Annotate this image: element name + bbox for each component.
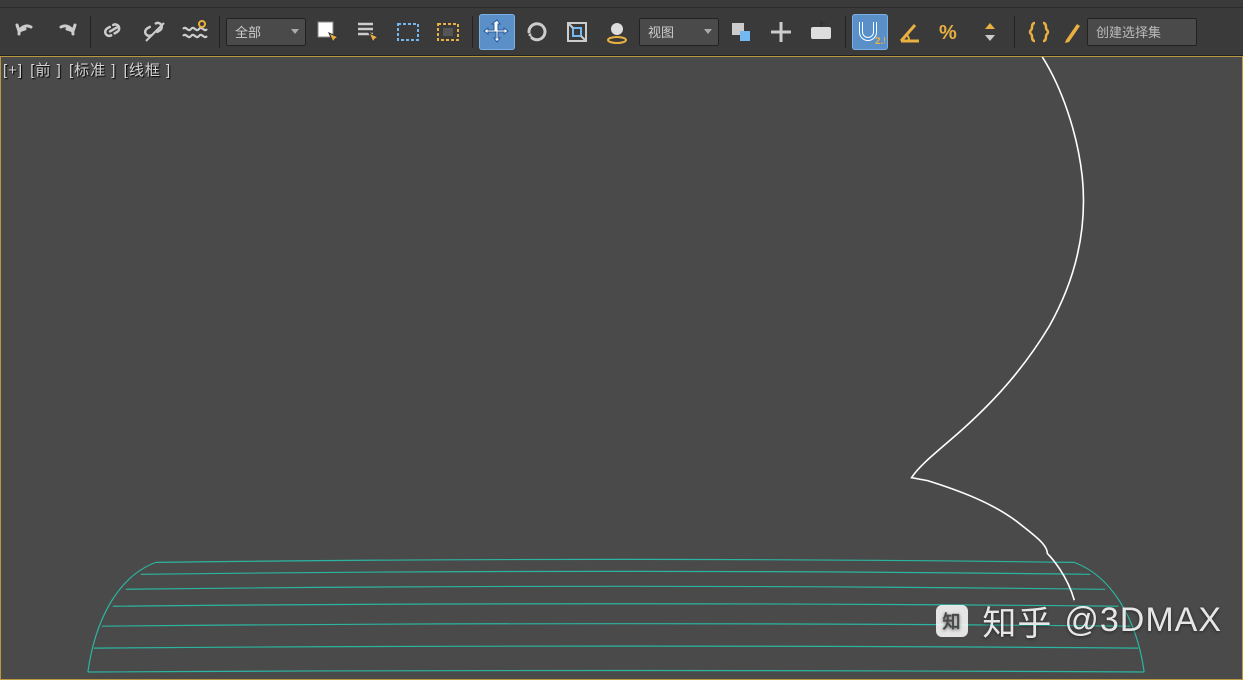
viewport-scene [1,57,1242,679]
select-and-scale-button[interactable] [559,14,595,50]
menubar-strip [0,0,1243,8]
percent-snap-button[interactable]: % [932,14,968,50]
spinner-snap-button[interactable] [972,14,1008,50]
spinner-snap-icon [977,19,1003,45]
pivot-center-button[interactable] [723,14,759,50]
caret-down-icon [704,29,712,34]
rectangle-region-button[interactable] [390,14,426,50]
separator [472,16,473,48]
spacewarp-icon [181,19,209,45]
keyboard-override-icon [808,19,834,45]
snap-icon: 2.5 [855,18,885,46]
unlink-icon [142,19,168,45]
select-and-manipulate-button[interactable] [763,14,799,50]
scale-icon [564,19,590,45]
select-by-name-button[interactable] [350,14,386,50]
dropdown-label: 视图 [648,22,674,41]
percent-snap-icon: % [937,19,963,45]
select-and-place-button[interactable] [599,14,635,50]
input-placeholder: 创建选择集 [1096,22,1161,41]
edit-selection-sets-button[interactable] [1061,14,1083,50]
selection-set-name-input[interactable]: 创建选择集 [1087,18,1197,46]
named-selection-sets-button[interactable] [1021,14,1057,50]
zhihu-logo-icon: 知 [934,603,970,639]
svg-text:知: 知 [943,611,962,632]
separator [219,16,220,48]
move-icon [483,18,511,46]
angle-snap-icon [897,19,923,45]
pencil-icon [1063,20,1081,44]
window-crossing-button[interactable] [430,14,466,50]
select-object-button[interactable] [310,14,346,50]
dropdown-label: 全部 [235,22,261,41]
svg-text:%: % [939,22,957,44]
watermark-handle: @3DMAX [1064,601,1222,640]
list-select-icon [355,19,381,45]
manipulate-icon [768,19,794,45]
unlink-button[interactable] [137,14,173,50]
rotate-icon [524,19,550,45]
angle-snap-button[interactable] [892,14,928,50]
cursor-select-icon [315,19,341,45]
undo-icon [13,19,39,45]
spline-object [912,57,1084,600]
place-icon [604,19,630,45]
window-crossing-icon [435,19,461,45]
keyboard-shortcut-override-button[interactable] [803,14,839,50]
svg-text:2.5: 2.5 [875,36,885,46]
pivot-icon [728,19,754,45]
snap-toggle-button[interactable]: 2.5 [852,14,888,50]
bind-spacewarp-button[interactable] [177,14,213,50]
undo-button[interactable] [8,14,44,50]
separator [1014,16,1015,48]
redo-button[interactable] [48,14,84,50]
separator [90,16,91,48]
link-button[interactable] [97,14,133,50]
viewport-front[interactable]: [+] [前 ] [标准 ] [线框 ] 知 知乎 @3DMAX [0,56,1243,680]
main-toolbar: 全部 视图 2.5 % [0,8,1243,56]
watermark-site: 知乎 [982,596,1052,645]
watermark: 知 知乎 @3DMAX [934,596,1222,645]
selection-filter-dropdown[interactable]: 全部 [226,18,306,46]
caret-down-icon [291,29,299,34]
braces-icon [1026,19,1052,45]
link-icon [102,19,128,45]
select-and-move-button[interactable] [479,14,515,50]
separator [845,16,846,48]
reference-coord-dropdown[interactable]: 视图 [639,18,719,46]
redo-icon [53,19,79,45]
rectangle-region-icon [395,19,421,45]
select-and-rotate-button[interactable] [519,14,555,50]
